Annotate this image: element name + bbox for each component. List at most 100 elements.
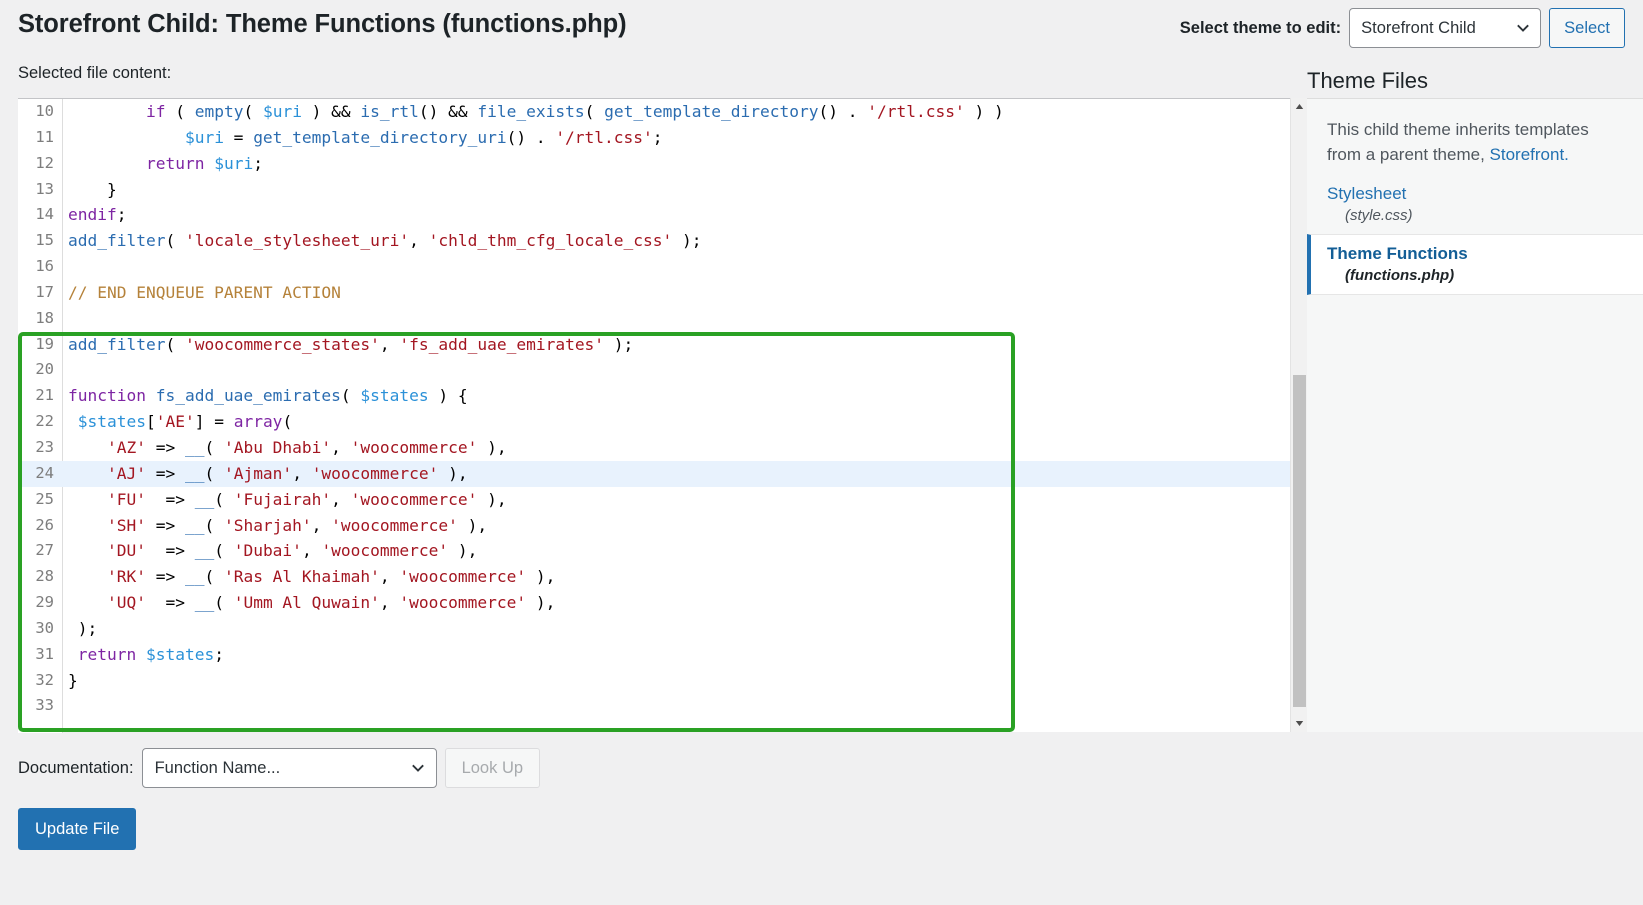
- code-line-text: return $states;: [77, 644, 224, 664]
- triangle-up-icon[interactable]: [1291, 98, 1308, 115]
- code-line[interactable]: 29 'UQ' => __( 'Umm Al Quwain', 'woocomm…: [18, 590, 1308, 616]
- code-line-text: 'DU' => __( 'Dubai', 'woocommerce' ),: [106, 541, 478, 561]
- code-line[interactable]: 23 'AZ' => __( 'Abu Dhabi', 'woocommerce…: [18, 435, 1308, 461]
- line-number: 26: [35, 515, 54, 534]
- parent-theme-link[interactable]: Storefront.: [1490, 145, 1569, 164]
- code-line-text: if ( empty( $uri ) && is_rtl() && file_e…: [145, 102, 1004, 121]
- code-line-text: 'AJ' => __( 'Ajman', 'woocommerce' ),: [106, 463, 468, 483]
- code-line[interactable]: 27 'DU' => __( 'Dubai', 'woocommerce' ),: [18, 538, 1308, 564]
- line-number: 20: [35, 360, 54, 379]
- theme-files-list: This child theme inherits templates from…: [1307, 98, 1643, 732]
- theme-select-value: Storefront Child: [1361, 18, 1476, 37]
- code-line[interactable]: 19 add_filter( 'woocommerce_states', 'fs_…: [18, 332, 1308, 358]
- code-line[interactable]: 15 add_filter( 'locale_stylesheet_uri', '…: [18, 228, 1308, 254]
- line-number: 13: [35, 179, 54, 198]
- line-number: 19: [35, 334, 54, 353]
- code-line[interactable]: 21 function fs_add_uae_emirates( $states …: [18, 383, 1308, 409]
- line-number: 15: [35, 231, 54, 250]
- code-editor[interactable]: 10 if ( empty( $uri ) && is_rtl() && fil…: [18, 96, 1308, 733]
- chevron-down-icon: [1516, 21, 1530, 35]
- documentation-select[interactable]: Function Name...: [141, 748, 437, 788]
- chevron-down-icon: [411, 761, 425, 775]
- code-line[interactable]: 10 if ( empty( $uri ) && is_rtl() && fil…: [18, 99, 1308, 125]
- line-number: 33: [35, 696, 54, 715]
- code-line-text: function fs_add_uae_emirates( $states ) …: [68, 386, 468, 406]
- documentation-select-value: Function Name...: [154, 758, 281, 777]
- code-line-text: 'FU' => __( 'Fujairah', 'woocommerce' ),: [106, 489, 507, 509]
- page-header: Storefront Child: Theme Functions (funct…: [0, 0, 1643, 58]
- code-line-text: 'SH' => __( 'Sharjah', 'woocommerce' ),: [106, 515, 488, 535]
- line-number: 28: [35, 567, 54, 586]
- line-number: 16: [35, 257, 54, 276]
- theme-select-dropdown[interactable]: Storefront Child: [1349, 8, 1542, 48]
- code-line-text: $uri = get_template_directory_uri() . '/…: [184, 127, 663, 147]
- line-number: 22: [35, 412, 54, 431]
- code-line-text: 'UQ' => __( 'Umm Al Quwain', 'woocommerc…: [106, 593, 556, 613]
- code-line-text: 'RK' => __( 'Ras Al Khaimah', 'woocommer…: [106, 567, 556, 587]
- code-line[interactable]: 18: [18, 306, 1308, 332]
- code-line-text: $states['AE'] = array(: [77, 412, 293, 432]
- selected-file-content-label: Selected file content:: [18, 64, 172, 82]
- code-line[interactable]: 26 'SH' => __( 'Sharjah', 'woocommerce' …: [18, 513, 1308, 539]
- code-line-text: add_filter( 'woocommerce_states', 'fs_ad…: [68, 334, 634, 354]
- code-line[interactable]: 14 endif;: [18, 202, 1308, 228]
- line-number: 21: [35, 386, 54, 405]
- code-line[interactable]: 33: [18, 693, 1308, 719]
- child-theme-notice: This child theme inherits templates from…: [1307, 99, 1643, 167]
- file-item-active[interactable]: Theme Functions (functions.php): [1307, 234, 1643, 295]
- code-line[interactable]: 30 );: [18, 616, 1308, 642]
- code-line-text: );: [68, 618, 98, 638]
- line-number: 11: [35, 127, 54, 146]
- code-content[interactable]: 10 if ( empty( $uri ) && is_rtl() && fil…: [18, 99, 1308, 733]
- code-line[interactable]: 24 'AJ' => __( 'Ajman', 'woocommerce' ),: [18, 460, 1308, 487]
- code-line[interactable]: 12 return $uri;: [18, 151, 1308, 177]
- code-line[interactable]: 17 // END ENQUEUE PARENT ACTION: [18, 280, 1308, 306]
- editor-scrollbar-thumb[interactable]: [1293, 375, 1306, 707]
- code-line-text: // END ENQUEUE PARENT ACTION: [68, 282, 341, 302]
- code-line-text: endif;: [68, 205, 127, 225]
- line-number: 25: [35, 489, 54, 508]
- code-line[interactable]: 20: [18, 357, 1308, 383]
- sidebar-heading: Theme Files: [1307, 68, 1429, 93]
- update-file-button[interactable]: Update File: [18, 808, 137, 850]
- editor-scrollbar[interactable]: [1290, 98, 1307, 732]
- line-number: 27: [35, 541, 54, 560]
- file-item-name: Stylesheet: [1327, 184, 1407, 203]
- theme-editor-page: Storefront Child: Theme Functions (funct…: [0, 0, 1643, 905]
- code-line[interactable]: 31 return $states;: [18, 642, 1308, 668]
- documentation-label: Documentation:: [18, 758, 134, 777]
- code-line[interactable]: 25 'FU' => __( 'Fujairah', 'woocommerce'…: [18, 487, 1308, 513]
- file-item-filename: (style.css): [1345, 207, 1413, 224]
- code-line[interactable]: 32}: [18, 668, 1308, 694]
- page-title: Storefront Child: Theme Functions (funct…: [18, 10, 627, 38]
- line-number: 30: [35, 618, 54, 637]
- select-theme-button[interactable]: Select: [1549, 8, 1625, 48]
- line-number: 31: [35, 644, 54, 663]
- code-line[interactable]: 16: [18, 254, 1308, 280]
- line-number: 32: [35, 670, 54, 689]
- documentation-row: Documentation: Function Name... Look Up: [18, 748, 541, 788]
- code-line-text: }: [68, 670, 78, 690]
- code-line-text: }: [68, 179, 117, 199]
- line-number: 17: [35, 282, 54, 301]
- line-number: 12: [35, 153, 54, 172]
- code-line[interactable]: 11 $uri = get_template_directory_uri() .…: [18, 125, 1308, 151]
- theme-files-sidebar: Theme Files This child theme inherits te…: [1307, 58, 1643, 732]
- code-line[interactable]: 28 'RK' => __( 'Ras Al Khaimah', 'woocom…: [18, 564, 1308, 590]
- file-item-name: Theme Functions: [1327, 244, 1468, 263]
- look-up-button[interactable]: Look Up: [444, 748, 541, 788]
- code-line[interactable]: 13 }: [18, 177, 1308, 203]
- code-line[interactable]: 22 $states['AE'] = array(: [18, 409, 1308, 435]
- file-item-container: Stylesheet (style.css) Theme Functions (fun…: [1307, 167, 1643, 295]
- line-number: 23: [35, 437, 54, 456]
- theme-switcher: Select theme to edit: Storefront Child S…: [1180, 8, 1625, 48]
- theme-switcher-label: Select theme to edit:: [1179, 18, 1342, 37]
- triangle-down-icon[interactable]: [1291, 715, 1308, 732]
- line-number: 10: [35, 102, 54, 120]
- line-number: 29: [35, 593, 54, 612]
- file-item[interactable]: Stylesheet (style.css): [1307, 167, 1643, 234]
- code-line-text: return $uri;: [145, 153, 263, 173]
- code-line-text: add_filter( 'locale_stylesheet_uri', 'ch…: [68, 231, 702, 251]
- line-number: 14: [35, 205, 54, 224]
- file-item-filename: (functions.php): [1345, 267, 1455, 284]
